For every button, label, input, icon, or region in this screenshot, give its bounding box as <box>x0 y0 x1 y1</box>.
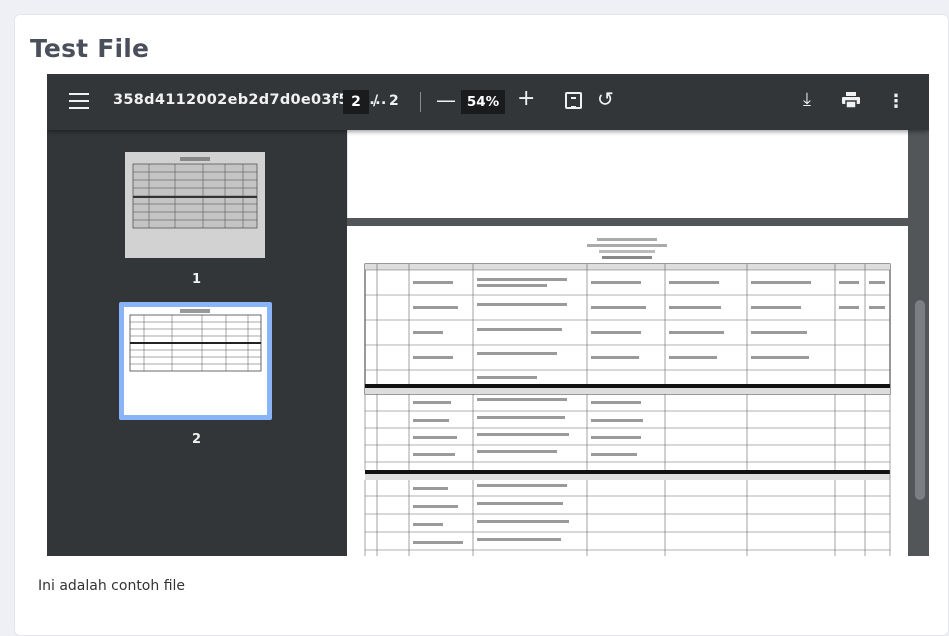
toolbar-divider <box>420 92 421 112</box>
file-description: Ini adalah contoh file <box>38 578 186 594</box>
page-thumbnail-1[interactable] <box>125 152 265 258</box>
zoom-out-icon[interactable]: — <box>436 88 456 112</box>
zoom-level-input[interactable]: 54% <box>461 90 505 114</box>
thumbnail-sidebar: 1 2 <box>47 130 347 556</box>
fit-to-page-icon[interactable] <box>565 92 582 109</box>
thumbnail-page-image <box>124 307 267 415</box>
document-page-2 <box>347 226 908 556</box>
thumbnail-page-image <box>125 152 265 258</box>
document-page-image <box>364 238 891 556</box>
document-scrollbar[interactable] <box>915 300 925 500</box>
thumbnail-label: 2 <box>192 432 202 447</box>
document-view[interactable] <box>347 130 929 556</box>
pdf-viewer: 358d4112002eb2d7d0e03f5a8... 2 / 2 — 54%… <box>47 74 929 556</box>
zoom-in-icon[interactable]: + <box>517 86 535 111</box>
rotate-icon[interactable]: ↺ <box>597 87 614 111</box>
print-icon[interactable] <box>842 92 860 108</box>
more-options-icon[interactable]: ⋮ <box>887 91 905 112</box>
page-thumbnail-2[interactable] <box>119 302 272 420</box>
pdf-toolbar: 358d4112002eb2d7d0e03f5a8... 2 / 2 — 54%… <box>47 74 929 130</box>
page-number-input[interactable]: 2 <box>343 90 369 114</box>
page-separator: / <box>373 93 379 109</box>
download-icon[interactable]: ⤓ <box>803 89 811 110</box>
document-page-1 <box>347 130 908 218</box>
menu-icon[interactable] <box>69 93 89 109</box>
page-total: 2 <box>389 93 399 109</box>
thumbnail-label: 1 <box>192 272 202 287</box>
page-title: Test File <box>30 34 150 63</box>
